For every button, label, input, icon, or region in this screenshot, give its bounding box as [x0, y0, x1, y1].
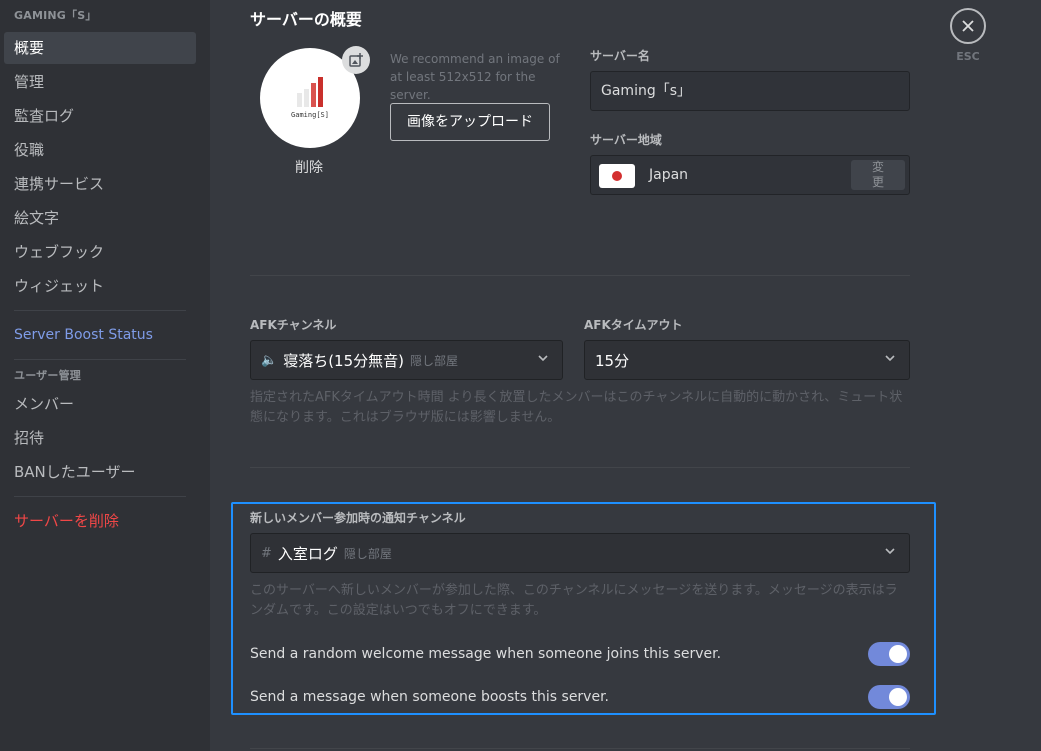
sidebar-item-members[interactable]: メンバー	[4, 388, 196, 420]
sidebar-item-bans[interactable]: BANしたユーザー	[4, 456, 196, 488]
image-recommendation-text: We recommend an image of at least 512x51…	[390, 52, 560, 102]
delete-avatar-link[interactable]: 削除	[295, 157, 323, 177]
sidebar-separator	[14, 310, 186, 311]
sidebar-separator	[14, 359, 186, 360]
sidebar-item-webhooks[interactable]: ウェブフック	[4, 236, 196, 268]
server-region-field: Japan 変更	[590, 155, 910, 195]
section-divider	[250, 467, 910, 468]
sidebar-item-overview[interactable]: 概要	[4, 32, 196, 64]
change-region-label: 変更	[871, 160, 884, 189]
settings-root: GAMING「S」 概要 管理 監査ログ 役職 連携サービス 絵文字 ウェブフッ…	[0, 0, 1041, 751]
close-settings-button[interactable]	[950, 8, 986, 44]
voice-channel-icon: 🔈	[261, 352, 278, 368]
esc-label: ESC	[956, 50, 980, 63]
sidebar-item-server-boost[interactable]: Server Boost Status	[4, 319, 196, 351]
server-region-value: Japan	[649, 167, 689, 183]
sidebar-item-integrations[interactable]: 連携サービス	[4, 168, 196, 200]
afk-channel-label: AFKチャンネル	[250, 318, 337, 332]
change-region-button[interactable]: 変更	[851, 160, 905, 190]
afk-help-text: 指定されたAFKタイムアウト時間 より長く放置したメンバーはこのチャンネルに自動…	[250, 390, 903, 425]
sidebar-item-audit-log[interactable]: 監査ログ	[4, 100, 196, 132]
server-avatar-uploader[interactable]: Gaming[S]	[260, 46, 370, 148]
settings-sidebar: GAMING「S」 概要 管理 監査ログ 役職 連携サービス 絵文字 ウェブフッ…	[0, 0, 210, 751]
afk-channel-category: 隠し部屋	[409, 353, 458, 368]
sidebar-item-widget[interactable]: ウィジェット	[4, 270, 196, 302]
afk-channel-value: 寝落ち(15分無音)	[283, 351, 404, 370]
sidebar-separator	[14, 496, 186, 497]
server-logo-icon	[296, 77, 324, 107]
afk-timeout-select[interactable]: 15分	[584, 340, 910, 380]
server-name-label: サーバー名	[590, 49, 650, 63]
chevron-down-icon	[538, 355, 548, 362]
upload-image-button[interactable]: 画像をアップロード	[390, 103, 550, 141]
add-image-icon[interactable]	[342, 46, 370, 74]
afk-channel-select[interactable]: 🔈 寝落ち(15分無音) 隠し部屋	[250, 340, 563, 380]
page-title: サーバーの概要	[250, 10, 362, 29]
server-name-input[interactable]: Gaming「s」	[590, 71, 910, 111]
japan-flag-icon	[599, 164, 635, 188]
sidebar-item-delete-server[interactable]: サーバーを削除	[4, 505, 196, 537]
section-divider	[250, 748, 910, 749]
highlight-box	[231, 502, 936, 715]
server-avatar-text: Gaming[S]	[291, 111, 329, 119]
section-divider	[250, 275, 910, 276]
afk-timeout-label: AFKタイムアウト	[584, 318, 683, 332]
sidebar-item-emoji[interactable]: 絵文字	[4, 202, 196, 234]
afk-timeout-value: 15分	[595, 351, 630, 370]
server-region-label: サーバー地域	[590, 133, 662, 147]
sidebar-item-moderation[interactable]: 管理	[4, 66, 196, 98]
sidebar-user-management-header: ユーザー管理	[14, 369, 81, 382]
chevron-down-icon	[885, 355, 895, 362]
sidebar-item-invites[interactable]: 招待	[4, 422, 196, 454]
close-icon	[962, 20, 974, 32]
sidebar-server-header: GAMING「S」	[14, 9, 97, 22]
sidebar-item-roles[interactable]: 役職	[4, 134, 196, 166]
